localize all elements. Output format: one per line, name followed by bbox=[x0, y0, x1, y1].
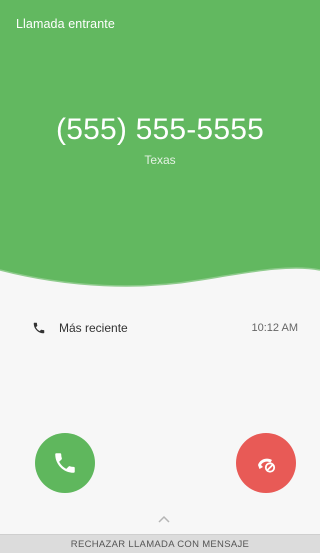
caller-header: Llamada entrante (555) 555-5555 Texas bbox=[0, 0, 320, 290]
incoming-call-screen: Llamada entrante (555) 555-5555 Texas Má… bbox=[0, 0, 320, 553]
decline-call-button[interactable] bbox=[236, 433, 296, 493]
header-wave-divider bbox=[0, 267, 320, 292]
call-status-label: Llamada entrante bbox=[16, 17, 115, 31]
reject-with-message-button[interactable]: RECHAZAR LLAMADA CON MENSAJE bbox=[0, 534, 320, 553]
answer-call-button[interactable] bbox=[35, 433, 95, 493]
phone-decline-icon bbox=[258, 458, 276, 473]
recent-call-row[interactable]: Más reciente 10:12 AM bbox=[32, 318, 298, 338]
recent-call-time: 10:12 AM bbox=[251, 322, 298, 334]
phone-icon bbox=[33, 322, 45, 334]
caller-number: (555) 555-5555 bbox=[56, 113, 264, 146]
recent-call-label: Más reciente bbox=[59, 321, 128, 335]
phone-answer-icon bbox=[55, 453, 75, 473]
caller-location: Texas bbox=[144, 153, 176, 167]
chevron-up-icon[interactable] bbox=[157, 514, 171, 524]
